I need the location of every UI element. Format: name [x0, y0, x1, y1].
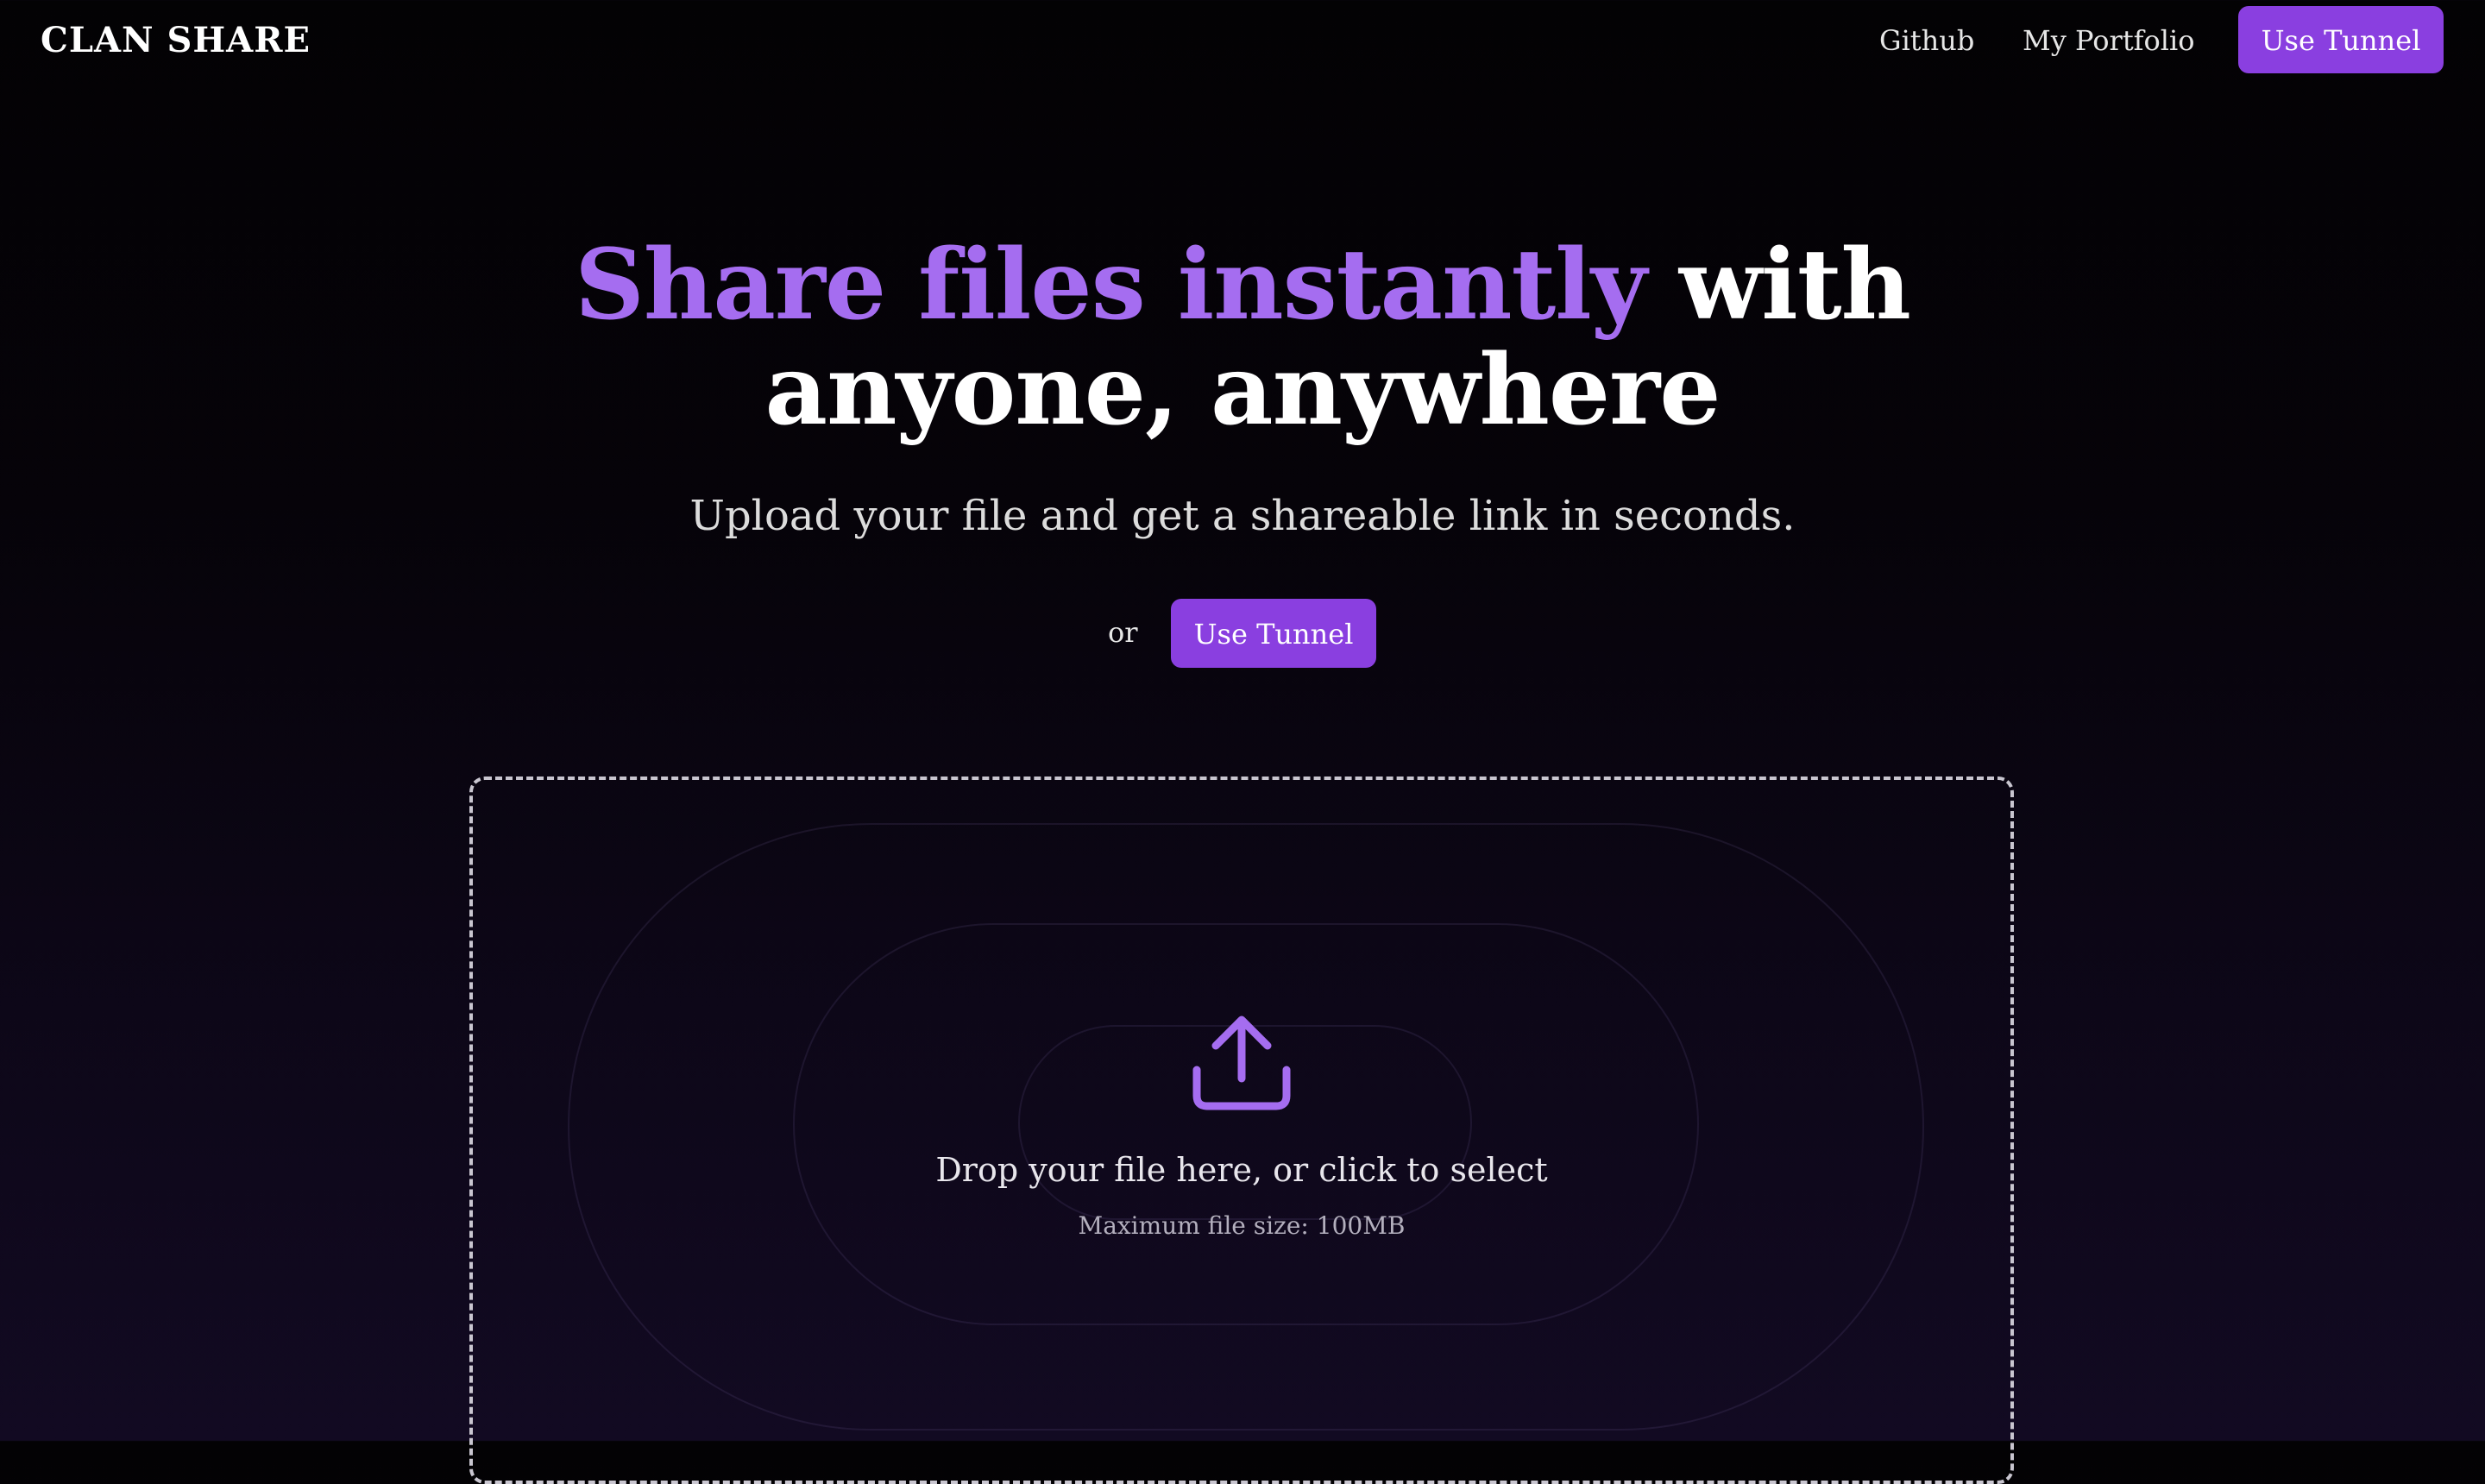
- hero-use-tunnel-button[interactable]: Use Tunnel: [1171, 599, 1376, 668]
- site-header: CLAN SHARE Github My Portfolio Use Tunne…: [0, 0, 2485, 83]
- dropzone-title: Drop your file here, or click to select: [935, 1151, 1548, 1189]
- hero-subtitle: Upload your file and get a shareable lin…: [689, 492, 1796, 540]
- nav-portfolio-link[interactable]: My Portfolio: [2023, 21, 2195, 60]
- header-use-tunnel-button[interactable]: Use Tunnel: [2238, 6, 2444, 73]
- file-dropzone[interactable]: Drop your file here, or click to select …: [469, 777, 2014, 1484]
- hero-title-accent: Share files instantly: [575, 229, 1647, 342]
- nav-github-link[interactable]: Github: [1879, 21, 1974, 60]
- hero-title-line-2: anyone, anywhere: [764, 334, 1721, 447]
- or-separator: or: [1108, 616, 1138, 649]
- dropzone-size-hint: Maximum file size: 100MB: [1078, 1211, 1406, 1240]
- hero-title-plain: with: [1678, 229, 1911, 342]
- brand-logo[interactable]: CLAN SHARE: [41, 19, 311, 62]
- hero-title: Share files instantly with anyone, anywh…: [0, 233, 2485, 443]
- upload-icon: [1192, 1016, 1291, 1110]
